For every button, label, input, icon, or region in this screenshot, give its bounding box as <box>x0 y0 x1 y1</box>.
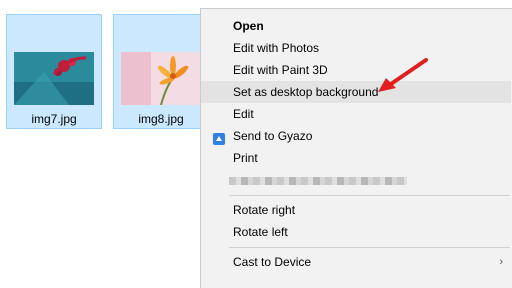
menu-item-label: Print <box>233 151 258 165</box>
file-tile-img8[interactable]: img8.jpg <box>113 14 209 129</box>
file-name: img8.jpg <box>138 112 184 126</box>
menu-item-label: Edit <box>233 107 254 121</box>
menu-item-label: Rotate right <box>233 203 296 217</box>
menu-item-set-as-desktop-background[interactable]: Set as desktop background <box>201 81 511 103</box>
menu-item-label: Cast to Device <box>233 255 312 269</box>
file-name: img7.jpg <box>31 112 77 126</box>
menu-item-label: Edit with Photos <box>233 41 320 55</box>
menu-separator <box>229 195 510 196</box>
menu-item-label: Set as desktop background <box>233 85 379 99</box>
file-tile-img7[interactable]: img7.jpg <box>6 14 102 129</box>
thumbnail-img7 <box>14 52 94 105</box>
menu-item-edit-with-paint-3d[interactable]: Edit with Paint 3D <box>201 59 511 81</box>
menu-item-print[interactable]: Print <box>201 147 511 169</box>
menu-item-label: Edit with Paint 3D <box>233 63 328 77</box>
menu-item-label: Send to Gyazo <box>233 129 313 143</box>
menu-item-edit-with-photos[interactable]: Edit with Photos <box>201 37 511 59</box>
menu-item-edit[interactable]: Edit <box>201 103 511 125</box>
context-menu: Open Edit with Photos Edit with Paint 3D… <box>200 8 512 288</box>
menu-item-cast-to-device[interactable]: Cast to Device › <box>201 251 511 273</box>
menu-item-open[interactable]: Open <box>201 15 511 37</box>
menu-item-rotate-left[interactable]: Rotate left <box>201 221 511 243</box>
menu-item-label: Open <box>233 19 264 33</box>
chevron-right-icon: › <box>499 256 503 268</box>
menu-item-label: Rotate left <box>233 225 288 239</box>
menu-separator <box>229 247 510 248</box>
annotation-arrow-icon <box>378 58 428 92</box>
menu-item-send-to-gyazo[interactable]: Send to Gyazo <box>201 125 511 147</box>
thumbnail-img8 <box>121 52 201 105</box>
obscured-text <box>229 177 407 185</box>
menu-item-obscured[interactable] <box>201 169 511 191</box>
menu-item-rotate-right[interactable]: Rotate right <box>201 199 511 221</box>
gyazo-icon <box>213 130 225 145</box>
